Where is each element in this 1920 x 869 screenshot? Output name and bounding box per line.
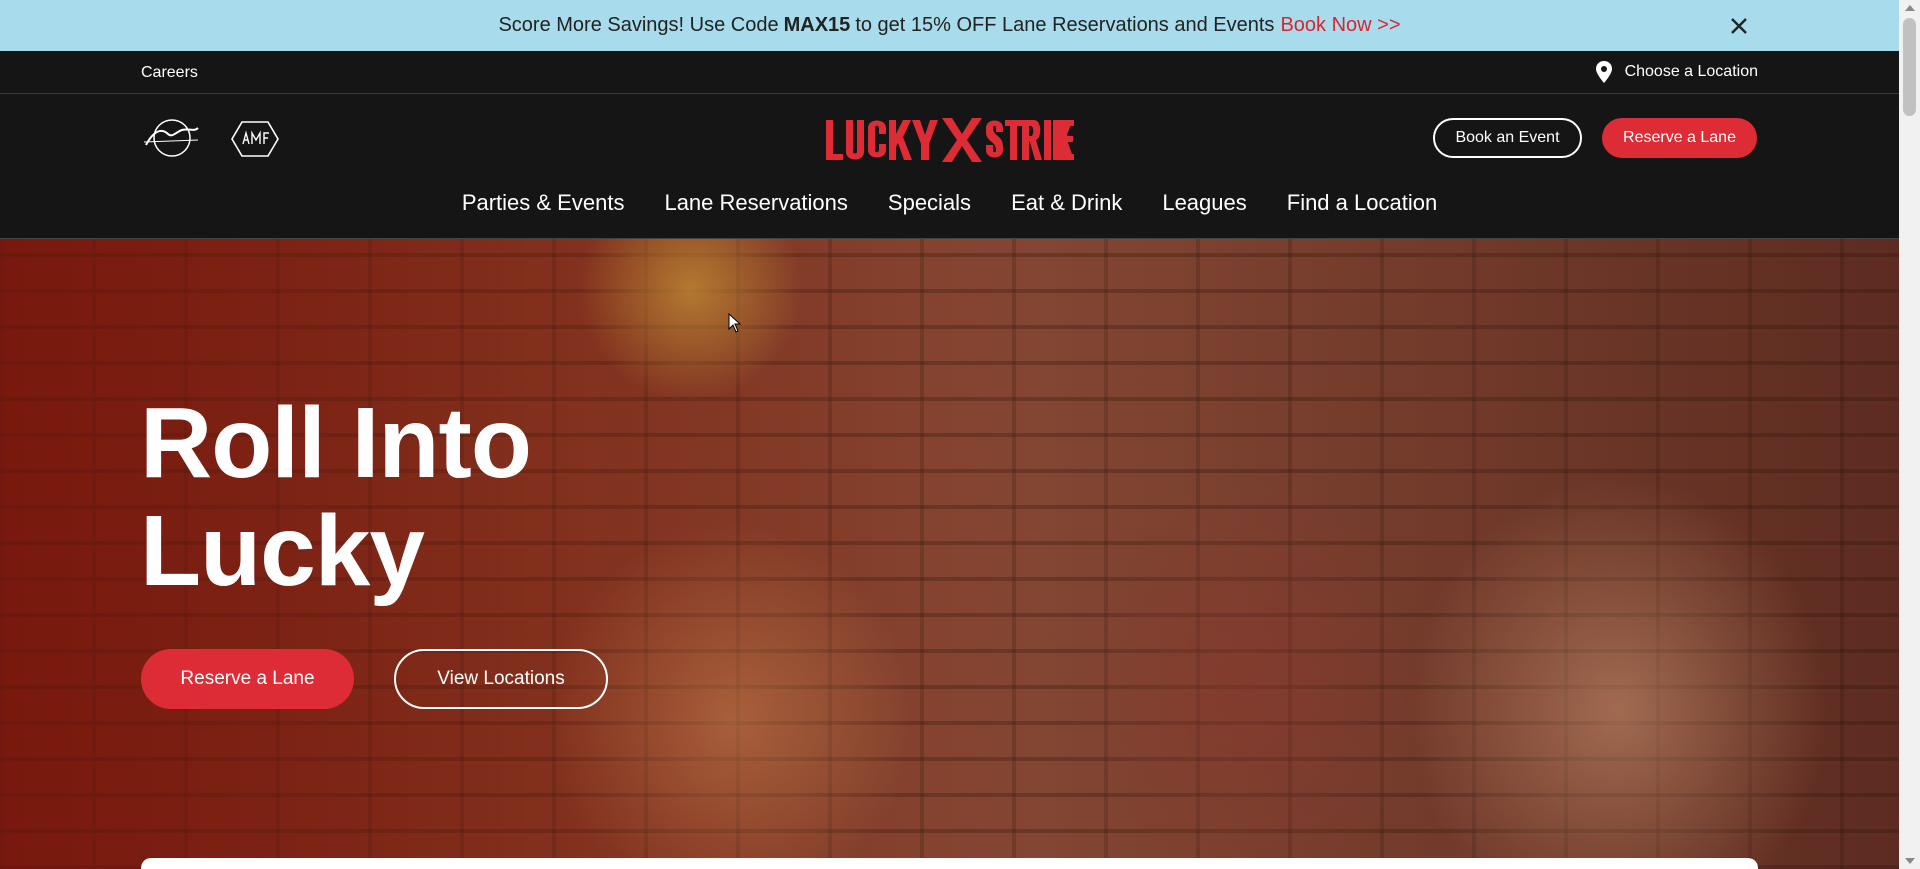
amf-logo[interactable] (230, 120, 280, 158)
choose-location-label: Choose a Location (1624, 63, 1758, 80)
nav-find-a-location[interactable]: Find a Location (1287, 190, 1437, 216)
map-pin-icon (1595, 61, 1612, 83)
utility-bar: Careers Choose a Location (0, 51, 1899, 94)
book-now-link[interactable]: Book Now >> (1280, 14, 1400, 37)
nav-parties-events[interactable]: Parties & Events (462, 190, 625, 216)
careers-link[interactable]: Careers (141, 64, 198, 82)
mouse-cursor-icon (728, 313, 742, 333)
book-an-event-button[interactable]: Book an Event (1433, 118, 1582, 158)
page-scrollbar[interactable] (1899, 0, 1920, 869)
choose-location[interactable]: Choose a Location (1595, 61, 1758, 83)
site-header: Book an Event Reserve a Lane Parties & E… (0, 94, 1899, 239)
nav-specials[interactable]: Specials (888, 190, 971, 216)
promo-banner: Score More Savings! Use Code MAX15 to ge… (0, 0, 1899, 51)
scroll-thumb[interactable] (1903, 18, 1916, 116)
nav-leagues[interactable]: Leagues (1162, 190, 1246, 216)
content-card (141, 858, 1758, 869)
hero-reserve-lane-button[interactable]: Reserve a Lane (141, 649, 354, 709)
scroll-down-icon[interactable] (1905, 858, 1915, 864)
hero-title: Roll Into Lucky (140, 389, 740, 605)
hero-title-line-2: Lucky (140, 495, 425, 607)
lucky-strike-logo[interactable] (824, 116, 1076, 162)
nav-eat-drink[interactable]: Eat & Drink (1011, 190, 1122, 216)
main-nav: Parties & Events Lane Reservations Speci… (0, 190, 1899, 216)
view-locations-button[interactable]: View Locations (394, 649, 608, 709)
scroll-up-icon[interactable] (1905, 5, 1915, 11)
promo-text-rest: to get 15% OFF Lane Reservations and Eve… (855, 14, 1275, 36)
nav-lane-reservations[interactable]: Lane Reservations (664, 190, 847, 216)
promo-text: Score More Savings! Use Code (498, 14, 779, 36)
promo-code: MAX15 (783, 14, 851, 36)
close-icon[interactable] (1726, 13, 1752, 39)
bowlero-logo[interactable] (140, 118, 204, 158)
hero-title-line-1: Roll Into (140, 387, 532, 499)
hero-section: Roll Into Lucky Reserve a Lane View Loca… (0, 239, 1899, 869)
reserve-a-lane-button[interactable]: Reserve a Lane (1602, 118, 1757, 158)
